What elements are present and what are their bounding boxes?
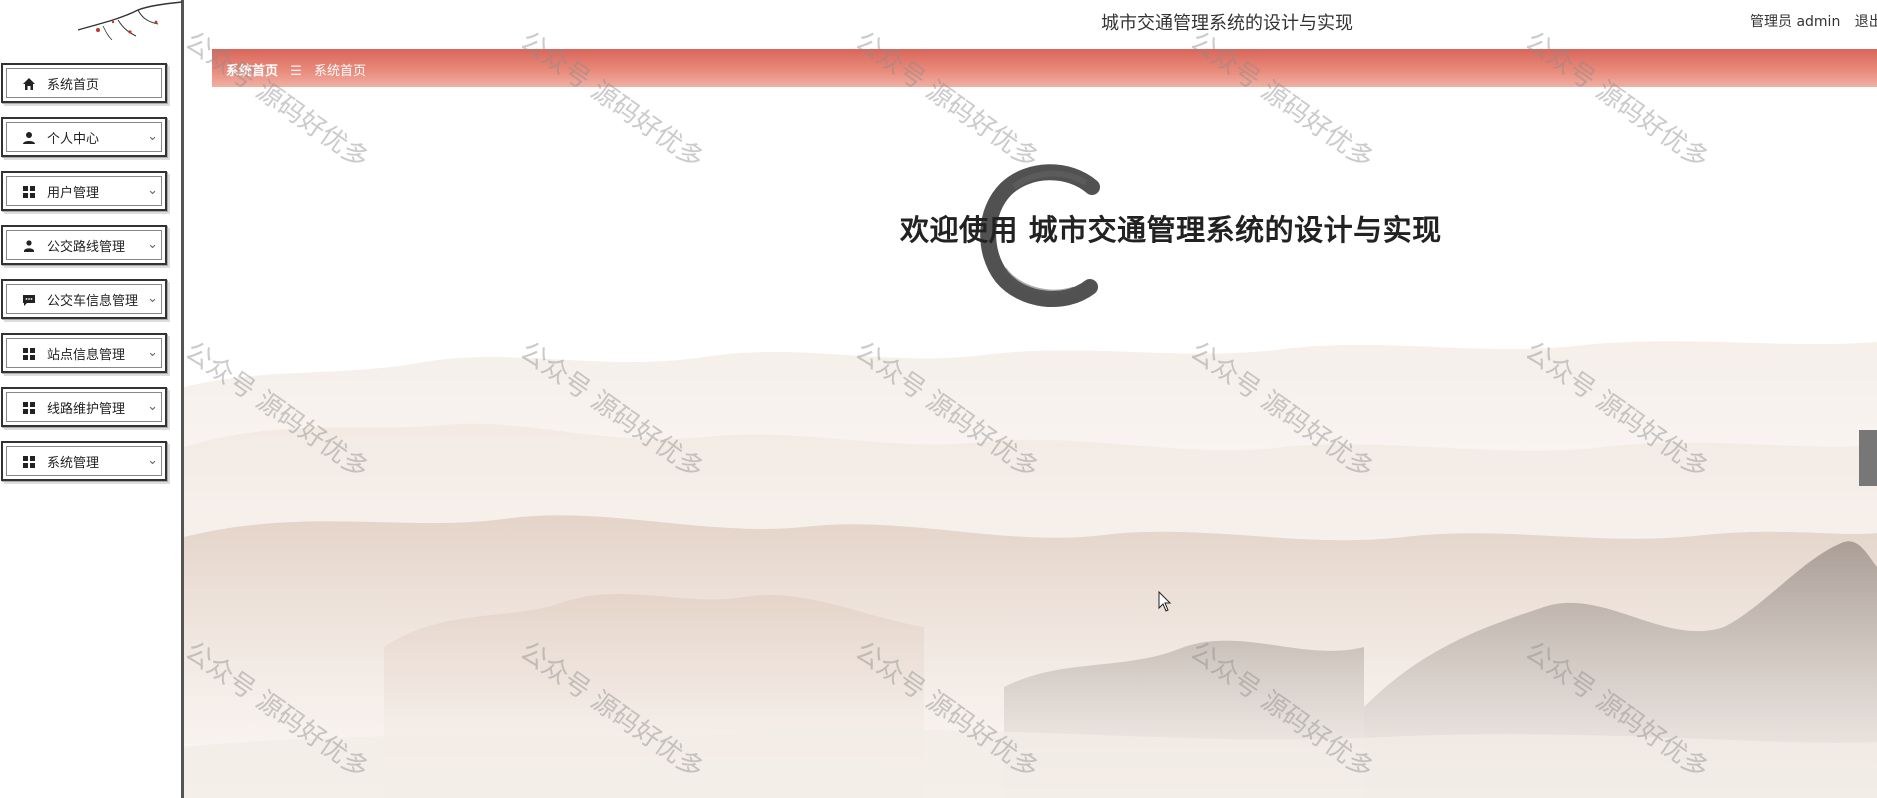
sidebar-item-station-info[interactable]: 站点信息管理 ⌄ <box>0 330 172 376</box>
sidebar-item-label: 个人中心 <box>47 132 100 147</box>
sidebar-item-label: 公交车信息管理 <box>47 294 139 309</box>
sidebar-item-bus-route[interactable]: 公交路线管理 ⌄ <box>0 222 172 268</box>
sidebar-item-bus-info[interactable]: 公交车信息管理 ⌄ <box>0 276 172 322</box>
chevron-down-icon: ⌄ <box>147 237 158 252</box>
current-user-label: 管理员 admin <box>1750 14 1841 30</box>
sidebar-item-label: 线路维护管理 <box>47 402 126 417</box>
chevron-down-icon: ⌄ <box>147 129 158 144</box>
sidebar-item-label: 站点信息管理 <box>47 348 126 363</box>
top-header: 城市交通管理系统的设计与实现 管理员 admin 退出登录 <box>184 0 1877 48</box>
site-title: 城市交通管理系统的设计与实现 <box>1101 13 1353 34</box>
logout-link[interactable]: 退出登录 <box>1855 14 1877 30</box>
mouse-cursor-icon <box>1158 591 1172 612</box>
sidebar-menu: 系统首页 个人中心 ⌄ 用户管理 ⌄ 公交路线管理 ⌄ 公交车信息管理 ⌄ 站点… <box>0 60 178 492</box>
breadcrumb-bar: 系统首页 ☰ 系统首页 <box>212 49 1877 87</box>
person-icon <box>24 240 34 252</box>
sidebar-item-personal-center[interactable]: 个人中心 ⌄ <box>0 114 172 160</box>
grid-icon <box>23 348 35 360</box>
sidebar-item-label: 系统首页 <box>47 78 100 93</box>
chevron-down-icon: ⌄ <box>147 183 158 198</box>
chevron-down-icon: ⌄ <box>147 453 158 468</box>
sidebar-item-label: 公交路线管理 <box>47 240 126 255</box>
user-area: 管理员 admin 退出登录 <box>1750 11 1877 31</box>
chat-icon <box>23 295 35 306</box>
chevron-down-icon: ⌄ <box>147 345 158 360</box>
grid-icon <box>23 456 35 468</box>
sidebar-item-route-maintenance[interactable]: 线路维护管理 ⌄ <box>0 384 172 430</box>
plum-branch-decoration <box>78 1 182 40</box>
chevron-down-icon: ⌄ <box>147 291 158 306</box>
breadcrumb-current: 系统首页 <box>313 64 366 79</box>
breadcrumb-separator-icon: ☰ <box>290 64 302 79</box>
grid-icon <box>23 186 35 198</box>
sidebar-item-label: 系统管理 <box>47 456 100 471</box>
scrollbar-thumb[interactable] <box>1859 430 1877 486</box>
chevron-down-icon: ⌄ <box>147 399 158 414</box>
welcome-heading: 欢迎使用 城市交通管理系统的设计与实现 <box>900 213 1442 247</box>
grid-icon <box>23 402 35 414</box>
sidebar-item-user-management[interactable]: 用户管理 ⌄ <box>0 168 172 214</box>
main-content: 欢迎使用 城市交通管理系统的设计与实现 <box>184 87 1877 798</box>
home-icon <box>23 78 35 90</box>
sidebar-item-home[interactable]: 系统首页 <box>0 60 172 106</box>
sidebar-item-label: 用户管理 <box>47 186 100 201</box>
sidebar-item-system-management[interactable]: 系统管理 ⌄ <box>0 438 172 484</box>
breadcrumb: 系统首页 ☰ 系统首页 <box>226 60 366 79</box>
sidebar: 系统首页 个人中心 ⌄ 用户管理 ⌄ 公交路线管理 ⌄ 公交车信息管理 ⌄ 站点… <box>0 0 184 798</box>
breadcrumb-home-link[interactable]: 系统首页 <box>226 64 278 79</box>
user-icon <box>23 132 35 144</box>
